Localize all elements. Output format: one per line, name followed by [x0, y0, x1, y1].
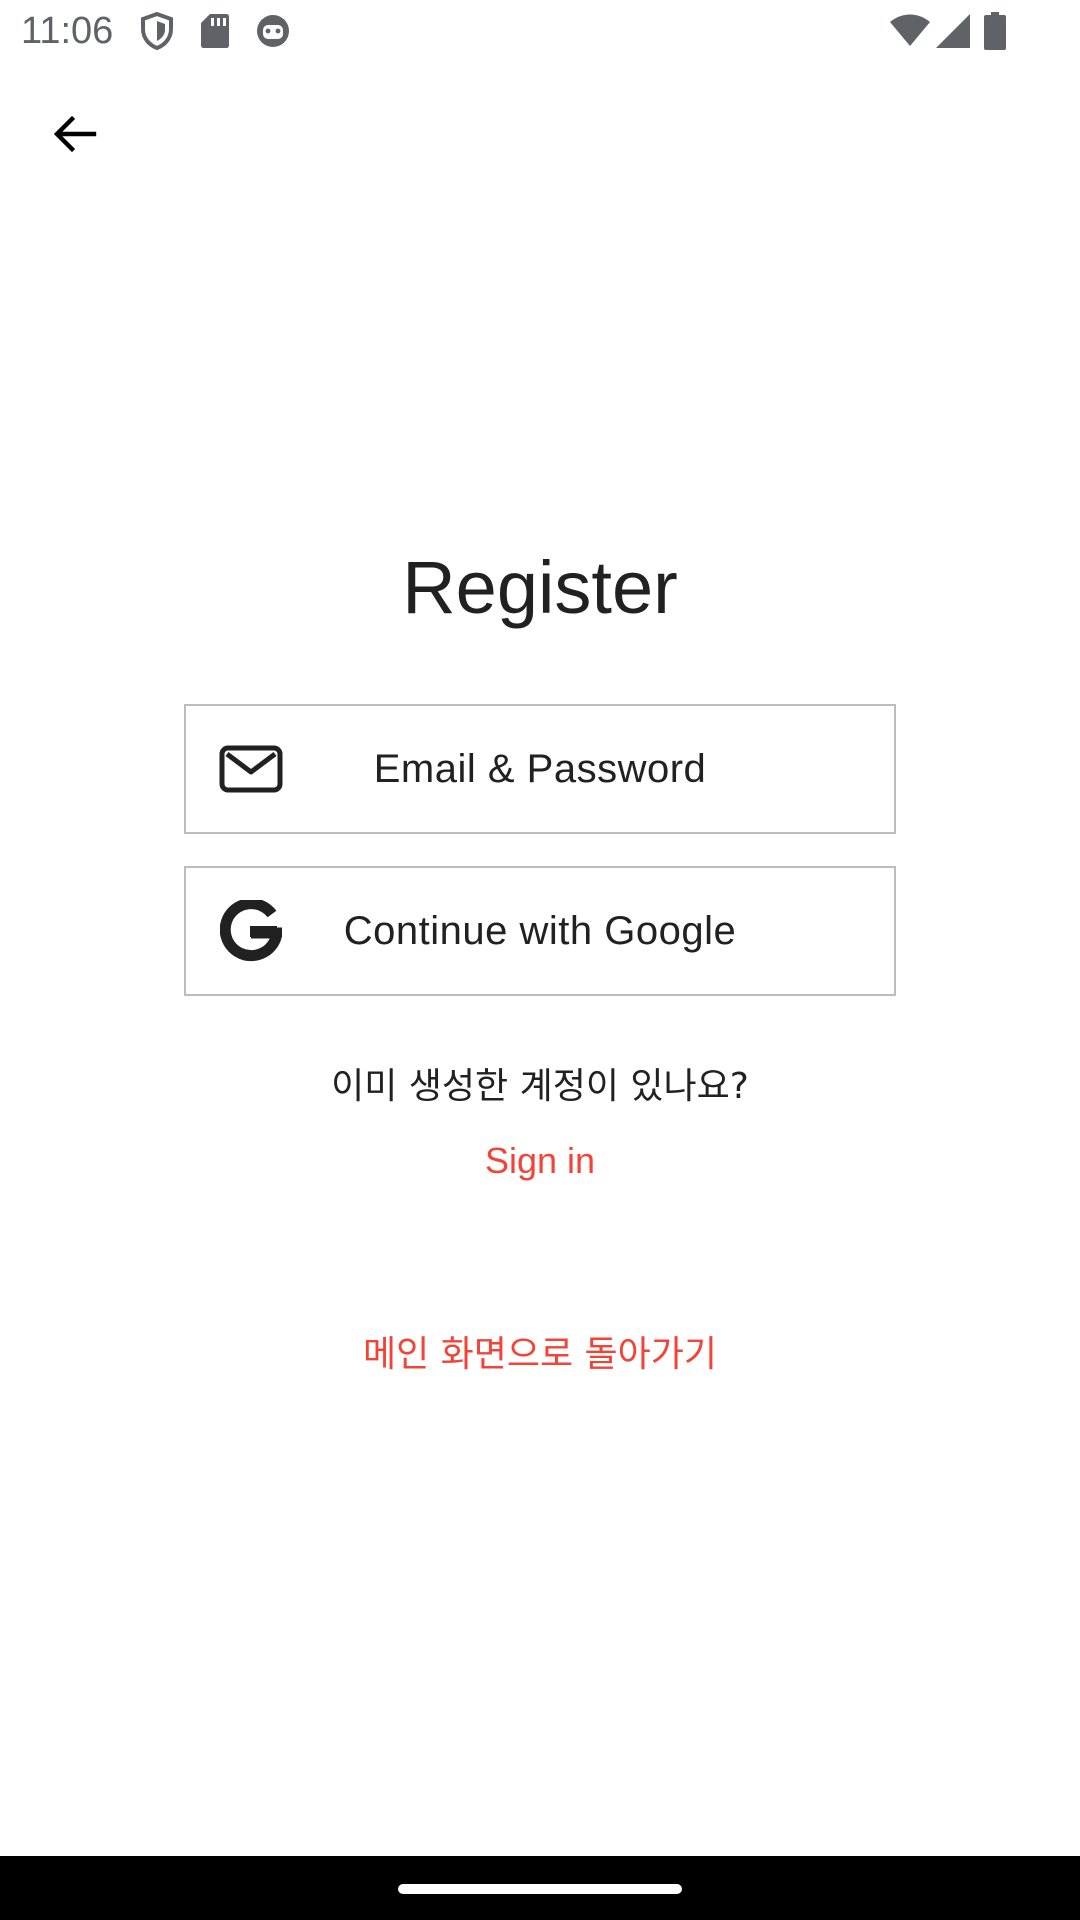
- email-password-label: Email & Password: [373, 747, 707, 791]
- battery-icon: [984, 12, 1006, 54]
- shield-icon: [140, 11, 174, 54]
- google-sign-in-label: Continue with Google: [343, 909, 737, 953]
- page-title: Register: [402, 546, 678, 629]
- arrow-back-icon: [50, 110, 98, 162]
- status-time: 11:06: [21, 10, 114, 52]
- home-gesture-handle[interactable]: [398, 1884, 682, 1894]
- existing-account-prompt: 이미 생성한 계정이 있나요?: [331, 1066, 749, 1107]
- sign-in-link[interactable]: Sign in: [440, 1136, 640, 1186]
- status-bar: 11:06: [0, 0, 1080, 63]
- back-button[interactable]: [30, 96, 118, 176]
- register-screen: 11:06 Register Email & Password Continue…: [0, 0, 1080, 1920]
- email-password-button[interactable]: Email & Password: [184, 704, 896, 834]
- cell-signal-icon: [936, 14, 970, 52]
- wifi-icon: [890, 14, 930, 52]
- back-to-main-link[interactable]: 메인 화면으로 돌아가기: [300, 1330, 780, 1380]
- google-sign-in-button[interactable]: Continue with Google: [184, 866, 896, 996]
- android-debug-icon: [254, 12, 292, 54]
- sd-card-icon: [200, 12, 230, 54]
- navigation-bar: [0, 1856, 1080, 1920]
